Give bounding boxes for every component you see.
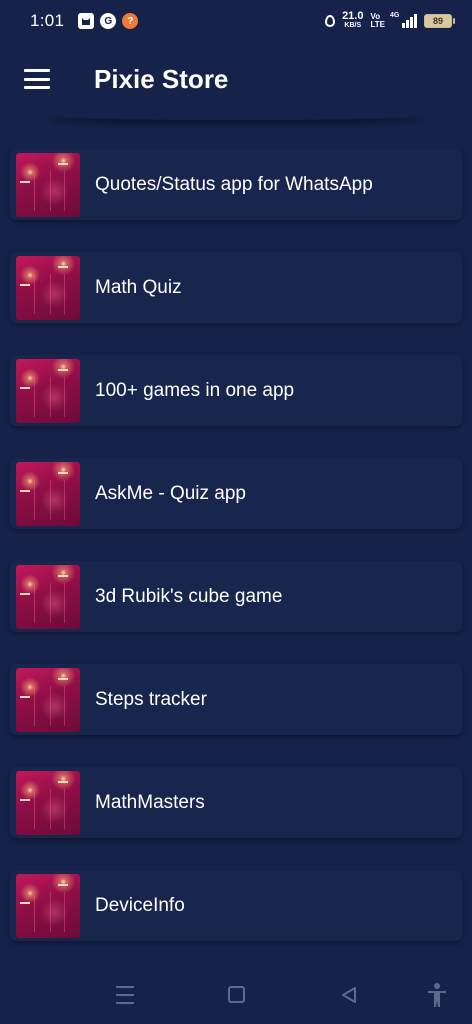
hamburger-icon[interactable] bbox=[24, 69, 50, 89]
status-right-group: 21.0 KB/S Vo LTE 4G 89 bbox=[325, 10, 455, 30]
ws-cat-icon bbox=[78, 13, 95, 29]
grammarly-icon: G bbox=[100, 13, 117, 29]
data-saver-icon bbox=[325, 15, 336, 27]
net-speed-value: 21.0 bbox=[342, 10, 364, 22]
system-nav-bar bbox=[0, 966, 472, 1024]
app-thumbnail bbox=[16, 461, 80, 526]
page-title: Pixie Store bbox=[94, 63, 229, 94]
app-name: DeviceInfo bbox=[95, 894, 185, 916]
app-list-item[interactable]: DeviceInfo bbox=[10, 870, 462, 941]
app-thumbnail bbox=[16, 770, 80, 835]
app-thumbnail bbox=[16, 255, 80, 320]
back-icon[interactable] bbox=[340, 986, 358, 1004]
app-thumbnail bbox=[16, 358, 80, 423]
battery-icon: 89 bbox=[424, 14, 455, 28]
app-thumbnail bbox=[16, 564, 80, 629]
app-bar: Pixie Store bbox=[0, 42, 472, 116]
notification-icons: G ? bbox=[78, 13, 139, 29]
app-thumbnail bbox=[16, 152, 80, 217]
battery-level: 89 bbox=[432, 16, 443, 26]
help-orange-icon: ? bbox=[122, 13, 139, 29]
app-list-item[interactable]: Steps tracker bbox=[10, 664, 462, 735]
app-name: 100+ games in one app bbox=[95, 379, 295, 401]
accessibility-icon[interactable] bbox=[426, 982, 448, 1008]
app-list-item[interactable]: AskMe - Quiz app bbox=[10, 458, 462, 529]
app-name: AskMe - Quiz app bbox=[95, 482, 246, 504]
app-thumbnail bbox=[16, 667, 80, 732]
status-time: 1:01 bbox=[30, 11, 65, 30]
app-list-item[interactable]: 3d Rubik's cube game bbox=[10, 561, 462, 632]
app-list-item[interactable]: Quotes/Status app for WhatsApp bbox=[10, 149, 462, 220]
app-name: MathMasters bbox=[95, 791, 205, 813]
signal-icon: 4G bbox=[390, 12, 417, 28]
app-list-item[interactable]: Math Quiz bbox=[10, 252, 462, 323]
network-label: 4G bbox=[390, 12, 400, 19]
app-thumbnail bbox=[16, 873, 80, 938]
net-speed: 21.0 KB/S bbox=[342, 10, 364, 30]
app-name: Quotes/Status app for WhatsApp bbox=[95, 173, 373, 195]
net-speed-unit: KB/S bbox=[344, 22, 362, 29]
app-list-item[interactable]: MathMasters bbox=[10, 767, 462, 838]
app-name: 3d Rubik's cube game bbox=[95, 585, 283, 607]
app-bar-shadow bbox=[48, 112, 424, 120]
app-name: Math Quiz bbox=[95, 276, 182, 298]
app-list-item[interactable]: 100+ games in one app bbox=[10, 355, 462, 426]
status-bar: 1:01 G ? 21.0 KB/S Vo LTE 4G 89 bbox=[0, 0, 472, 42]
recent-apps-icon[interactable] bbox=[116, 986, 134, 1004]
app-name: Steps tracker bbox=[95, 688, 207, 710]
home-icon[interactable] bbox=[228, 986, 245, 1003]
volte-bottom: LTE bbox=[370, 20, 385, 29]
volte-indicator: Vo LTE bbox=[370, 13, 385, 29]
app-list: Quotes/Status app for WhatsApp Math Quiz… bbox=[10, 149, 462, 941]
